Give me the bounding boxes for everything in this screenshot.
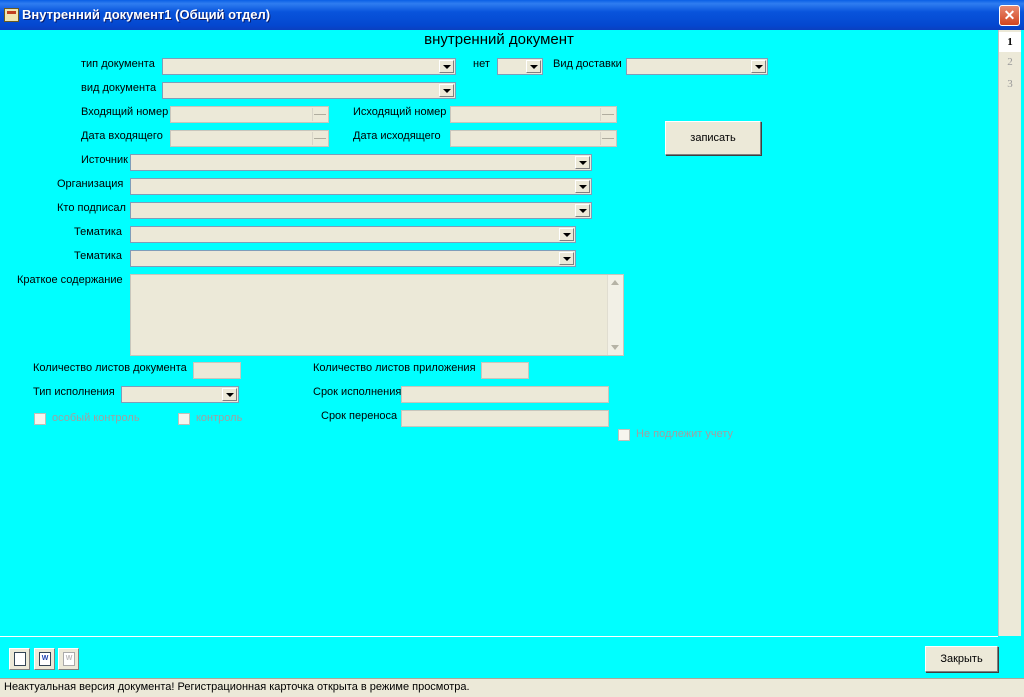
incoming-date-field[interactable] xyxy=(170,130,329,147)
spin-icon xyxy=(600,132,615,145)
delivery-combo[interactable] xyxy=(626,58,768,75)
app-icon xyxy=(4,8,19,22)
close-button[interactable]: Закрыть xyxy=(925,646,998,672)
scrollbar[interactable] xyxy=(607,275,623,355)
special-control-checkbox[interactable] xyxy=(34,413,46,425)
form-client-area: внутренний документ тип документа нет Ви… xyxy=(0,30,1024,697)
page-tab-3[interactable]: 3 xyxy=(999,74,1021,94)
window-close-button[interactable]: ✕ xyxy=(999,5,1020,26)
doc-kind-label: вид документа xyxy=(81,82,157,94)
scroll-down-icon[interactable] xyxy=(611,345,619,350)
signed-by-combo[interactable] xyxy=(130,202,592,219)
page-tab-1[interactable]: 1 xyxy=(999,32,1021,52)
status-text: Неактуальная версия документа! Регистрац… xyxy=(4,681,470,693)
topic-combo-1[interactable] xyxy=(130,226,576,243)
incoming-date-label: Дата входящего xyxy=(81,130,163,142)
page-selector: 1 2 3 xyxy=(998,30,1021,636)
form-heading: внутренний документ xyxy=(424,31,574,48)
postpone-deadline-label: Срок переноса xyxy=(321,410,398,422)
spin-icon xyxy=(600,108,615,121)
not-accounted-checkbox[interactable] xyxy=(618,429,630,441)
sheets-doc-field[interactable] xyxy=(193,362,241,379)
scroll-up-icon[interactable] xyxy=(611,280,619,285)
source-combo[interactable] xyxy=(130,154,592,171)
print-icon xyxy=(14,652,26,666)
exec-type-combo[interactable] xyxy=(121,386,239,403)
exec-deadline-field[interactable] xyxy=(401,386,609,403)
incoming-number-label: Входящий номер xyxy=(81,106,169,118)
doc-kind-combo[interactable] xyxy=(162,82,456,99)
chevron-down-icon[interactable] xyxy=(575,180,590,193)
topic-label-1: Тематика xyxy=(74,226,123,238)
chevron-down-icon[interactable] xyxy=(526,60,541,73)
delivery-label: Вид доставки xyxy=(553,58,622,70)
exec-type-label: Тип исполнения xyxy=(33,386,115,398)
chevron-down-icon[interactable] xyxy=(575,156,590,169)
chevron-down-icon[interactable] xyxy=(575,204,590,217)
signed-by-label: Кто подписал xyxy=(57,202,126,214)
sheets-attach-field[interactable] xyxy=(481,362,529,379)
topic-label-2: Тематика xyxy=(74,250,123,262)
window-titlebar: Внутренний документ1 (Общий отдел) ✕ xyxy=(0,0,1024,30)
outgoing-number-label: Исходящий номер xyxy=(353,106,447,118)
special-control-label: особый контроль xyxy=(52,412,140,424)
source-label: Источник xyxy=(81,154,128,166)
chevron-down-icon[interactable] xyxy=(559,252,574,265)
postpone-deadline-field[interactable] xyxy=(401,410,609,427)
word-icon: W xyxy=(39,652,51,666)
doc-type-combo[interactable] xyxy=(162,58,456,75)
divider xyxy=(0,636,998,637)
page-tab-2[interactable]: 2 xyxy=(999,52,1021,72)
control-label: контроль xyxy=(196,412,243,424)
spin-icon xyxy=(312,108,327,121)
chevron-down-icon[interactable] xyxy=(439,84,454,97)
organization-label: Организация xyxy=(57,178,124,190)
word-export-disabled-button: W xyxy=(58,648,79,670)
chevron-down-icon[interactable] xyxy=(222,388,237,401)
window-title: Внутренний документ1 (Общий отдел) xyxy=(22,7,271,22)
exec-deadline-label: Срок исполнения xyxy=(313,386,402,398)
chevron-down-icon[interactable] xyxy=(751,60,766,73)
summary-textarea[interactable] xyxy=(130,274,624,356)
chevron-down-icon[interactable] xyxy=(559,228,574,241)
incoming-number-field[interactable] xyxy=(170,106,329,123)
word-disabled-icon: W xyxy=(63,652,75,666)
organization-combo[interactable] xyxy=(130,178,592,195)
word-export-button[interactable]: W xyxy=(34,648,55,670)
summary-label: Краткое содержание xyxy=(17,274,123,286)
net-combo[interactable] xyxy=(497,58,543,75)
doc-type-label: тип документа xyxy=(81,58,155,70)
outgoing-date-field[interactable] xyxy=(450,130,617,147)
topic-combo-2[interactable] xyxy=(130,250,576,267)
sheets-doc-label: Количество листов документа xyxy=(33,362,187,374)
sheets-attach-label: Количество листов приложения xyxy=(313,362,476,374)
spin-icon xyxy=(312,132,327,145)
outgoing-number-field[interactable] xyxy=(450,106,617,123)
print-button[interactable] xyxy=(9,648,30,670)
save-button[interactable]: записать xyxy=(665,121,761,155)
status-bar: Неактуальная версия документа! Регистрац… xyxy=(0,678,1024,697)
control-checkbox[interactable] xyxy=(178,413,190,425)
net-label: нет xyxy=(473,58,490,70)
not-accounted-label: Не подлежит учету xyxy=(636,428,734,440)
outgoing-date-label: Дата исходящего xyxy=(353,130,441,142)
chevron-down-icon[interactable] xyxy=(439,60,454,73)
